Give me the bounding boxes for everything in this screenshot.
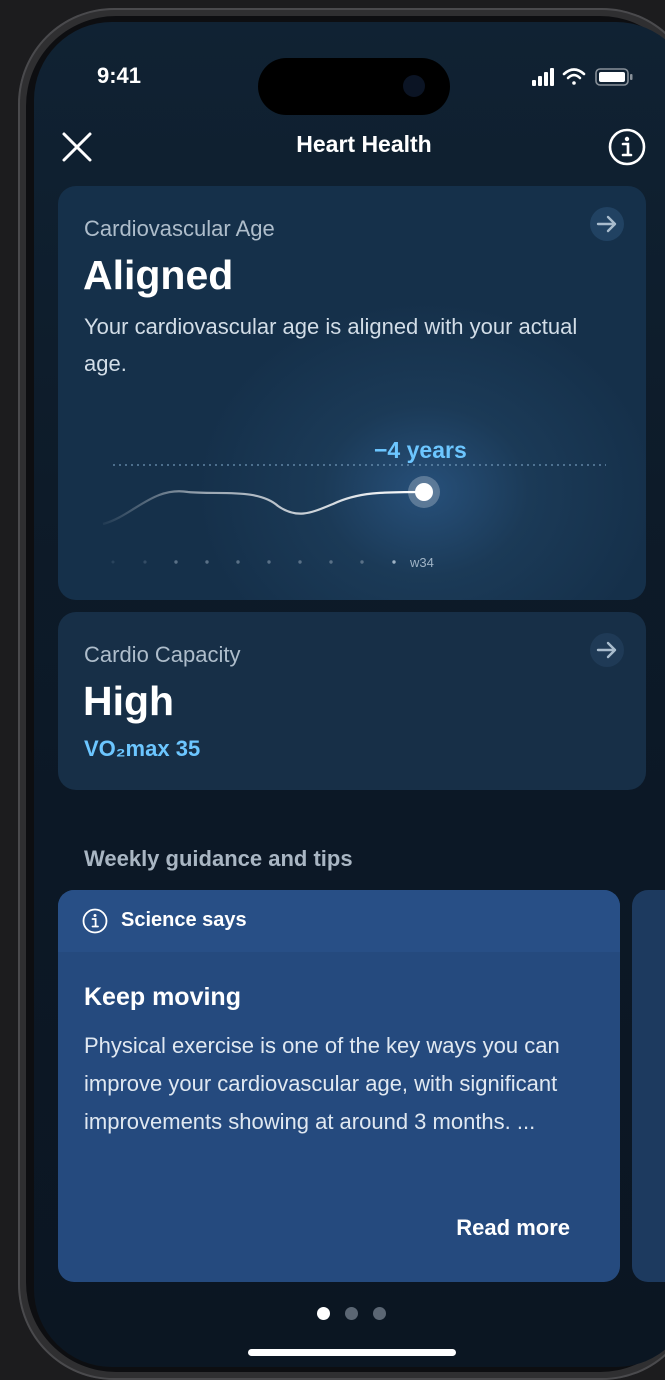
page-dot-3[interactable] [373, 1307, 386, 1320]
week-label: w34 [409, 555, 434, 570]
top-nav: Heart Health [34, 122, 665, 170]
week-ticks [111, 560, 396, 564]
tip-card-header: Science says [58, 890, 620, 952]
tip-body: Physical exercise is one of the key ways… [84, 1033, 560, 1134]
cardio-capacity-value: High [83, 678, 175, 724]
cardio-age-card[interactable]: Cardiovascular Age Aligned Your cardiova… [58, 186, 646, 600]
next-tip-card-peek[interactable] [632, 890, 665, 1282]
cardio-capacity-card[interactable]: Cardio Capacity High VO₂max 35 [58, 612, 646, 790]
arrow-right-icon[interactable] [590, 633, 624, 667]
cellular-signal-icon [532, 68, 554, 86]
trend-line [102, 490, 424, 526]
status-bar: 9:41 [34, 22, 665, 122]
front-camera [403, 75, 425, 97]
info-icon [82, 908, 108, 934]
current-point [415, 483, 433, 501]
card-label: Cardio Capacity [84, 642, 241, 667]
status-time: 9:41 [97, 63, 142, 88]
tip-title: Keep moving [84, 983, 241, 1011]
page-dot-2[interactable] [345, 1307, 358, 1320]
status-icons [532, 68, 633, 86]
delta-label: −4 years [374, 437, 467, 463]
page-indicator[interactable] [317, 1307, 397, 1323]
battery-icon [595, 68, 633, 86]
wifi-icon [562, 68, 586, 85]
page-dot-1[interactable] [317, 1307, 330, 1320]
info-icon[interactable] [608, 128, 646, 166]
home-indicator[interactable] [248, 1349, 456, 1356]
tip-card[interactable]: Science says Keep moving Physical exerci… [58, 890, 620, 1282]
phone-screen: 9:41 Heart Health Cardiovascular Age Ali… [34, 22, 665, 1367]
page-title: Heart Health [296, 131, 432, 157]
section-title: Weekly guidance and tips [84, 846, 353, 871]
read-more-link[interactable]: Read more [456, 1215, 570, 1241]
cardio-age-trend-chart: −4 years w34 [102, 437, 606, 570]
dynamic-island [258, 58, 450, 115]
tip-badge: Science says [121, 909, 247, 931]
vo2max-value: VO₂max 35 [84, 736, 201, 761]
